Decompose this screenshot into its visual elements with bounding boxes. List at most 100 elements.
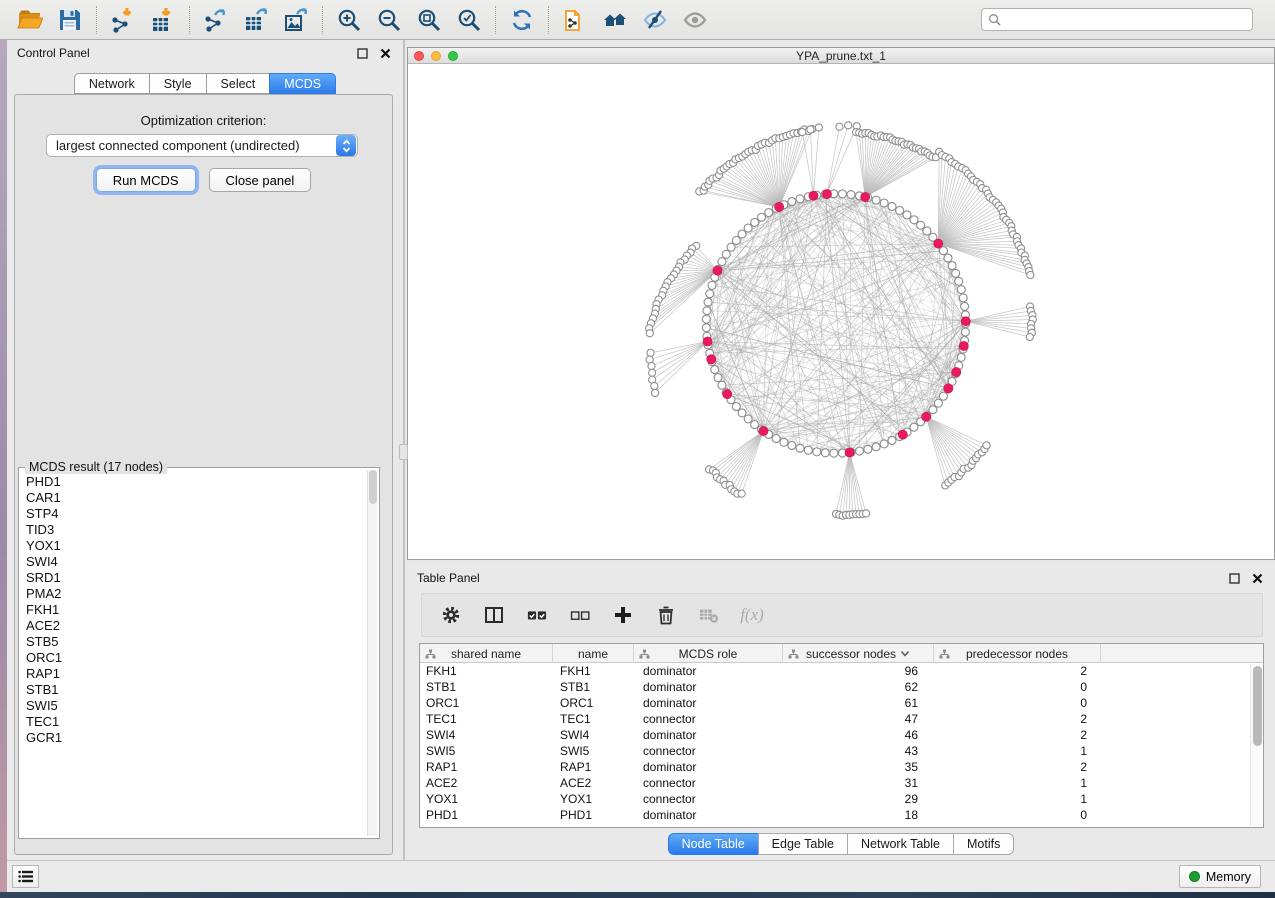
delete-table-button[interactable] — [696, 603, 722, 627]
table-cell: TEC1 — [420, 711, 553, 727]
result-node-item[interactable]: RAP1 — [26, 666, 367, 682]
tab-edge-table[interactable]: Edge Table — [758, 833, 847, 855]
import-table-button[interactable] — [143, 3, 183, 37]
close-panel-icon[interactable] — [1249, 570, 1265, 586]
tab-network-table[interactable]: Network Table — [847, 833, 953, 855]
result-node-item[interactable]: STB1 — [26, 682, 367, 698]
result-node-item[interactable]: TID3 — [26, 522, 367, 538]
table-cell: 0 — [934, 679, 1101, 695]
network-window-titlebar[interactable]: YPA_prune.txt_1 — [408, 48, 1274, 64]
memory-label: Memory — [1206, 870, 1251, 884]
table-row[interactable]: ORC1ORC1dominator610 — [420, 695, 1250, 711]
search-field[interactable] — [981, 8, 1253, 31]
table-row[interactable]: TEC1TEC1connector472 — [420, 711, 1250, 727]
function-builder-button[interactable]: f(x) — [739, 603, 765, 627]
delete-column-button[interactable] — [653, 603, 679, 627]
hide-graphics-details-button[interactable] — [635, 3, 675, 37]
split-pane-handle[interactable] — [399, 444, 408, 460]
table-cell: SWI4 — [553, 727, 634, 743]
table-row[interactable]: RAP1RAP1dominator352 — [420, 759, 1250, 775]
close-panel-button[interactable]: Close panel — [209, 168, 312, 192]
result-node-item[interactable]: TEC1 — [26, 714, 367, 730]
result-node-item[interactable]: GCR1 — [26, 730, 367, 746]
select-all-button[interactable] — [524, 603, 550, 627]
export-table-button[interactable] — [236, 3, 276, 37]
result-node-item[interactable]: SRD1 — [26, 570, 367, 586]
table-row[interactable]: FKH1FKH1dominator962 — [420, 663, 1250, 679]
plus-icon — [613, 605, 633, 625]
export-web-document-button[interactable] — [555, 3, 595, 37]
export-network-button[interactable] — [196, 3, 236, 37]
deselect-all-button[interactable] — [567, 603, 593, 627]
tab-node-table[interactable]: Node Table — [668, 833, 758, 855]
show-columns-button[interactable] — [481, 603, 507, 627]
table-cell: dominator — [634, 679, 783, 695]
result-scrollbar-thumb[interactable] — [369, 470, 377, 504]
table-row[interactable]: SWI5SWI5connector431 — [420, 743, 1250, 759]
result-node-item[interactable]: PHD1 — [26, 474, 367, 490]
column-header-predecessor-nodes[interactable]: predecessor nodes — [934, 644, 1101, 663]
result-node-item[interactable]: YOX1 — [26, 538, 367, 554]
tab-mcds[interactable]: MCDS — [269, 73, 336, 94]
column-type-icon — [939, 649, 950, 659]
task-history-button[interactable] — [12, 865, 39, 888]
tab-style[interactable]: Style — [149, 73, 206, 94]
table-row[interactable]: STB1STB1dominator620 — [420, 679, 1250, 695]
criterion-dropdown[interactable]: largest connected component (undirected) — [46, 134, 358, 157]
refresh-button[interactable] — [502, 3, 542, 37]
table-cell: 1 — [934, 775, 1101, 791]
open-folder-icon — [17, 7, 43, 33]
result-node-item[interactable]: ACE2 — [26, 618, 367, 634]
search-input[interactable] — [1005, 13, 1246, 27]
minimize-window-icon[interactable] — [431, 51, 441, 61]
result-node-item[interactable]: STB5 — [26, 634, 367, 650]
add-column-button[interactable] — [610, 603, 636, 627]
zoom-out-button[interactable] — [369, 3, 409, 37]
result-node-item[interactable]: CAR1 — [26, 490, 367, 506]
open-session-button[interactable] — [10, 3, 50, 37]
column-header-successor-nodes[interactable]: successor nodes — [783, 644, 934, 663]
optimization-criterion-label: Optimization criterion: — [15, 113, 392, 128]
import-network-button[interactable] — [103, 3, 143, 37]
tab-network[interactable]: Network — [74, 73, 149, 94]
maximize-window-icon[interactable] — [448, 51, 458, 61]
result-node-item[interactable]: SWI4 — [26, 554, 367, 570]
tab-motifs[interactable]: Motifs — [953, 833, 1014, 855]
export-image-button[interactable] — [276, 3, 316, 37]
table-row[interactable]: SWI4SWI4dominator462 — [420, 727, 1250, 743]
table-scrollbar-thumb[interactable] — [1253, 666, 1262, 746]
result-node-item[interactable]: FKH1 — [26, 602, 367, 618]
result-node-item[interactable]: PMA2 — [26, 586, 367, 602]
column-settings-button[interactable] — [438, 603, 464, 627]
column-header-shared-name[interactable]: shared name — [420, 644, 553, 663]
column-header-MCDS-role[interactable]: MCDS role — [634, 644, 783, 663]
table-row[interactable]: ACE2ACE2connector311 — [420, 775, 1250, 791]
memory-button[interactable]: Memory — [1179, 865, 1261, 888]
checked-checkboxes-icon — [527, 605, 547, 625]
float-window-icon[interactable] — [354, 45, 370, 61]
export-image-icon — [283, 7, 309, 33]
run-mcds-button[interactable]: Run MCDS — [96, 168, 196, 192]
zoom-in-button[interactable] — [329, 3, 369, 37]
result-node-item[interactable]: ORC1 — [26, 650, 367, 666]
zoom-selected-button[interactable] — [449, 3, 489, 37]
result-scrollbar[interactable] — [367, 470, 377, 836]
column-header-name[interactable]: name — [553, 644, 634, 663]
close-window-icon[interactable] — [414, 51, 424, 61]
table-row[interactable]: YOX1YOX1connector291 — [420, 791, 1250, 807]
close-panel-icon[interactable] — [377, 45, 393, 61]
network-canvas[interactable] — [408, 64, 1274, 559]
save-session-button[interactable] — [50, 3, 90, 37]
table-row[interactable]: PHD1PHD1dominator180 — [420, 807, 1250, 823]
table-cell: 2 — [934, 759, 1101, 775]
result-node-item[interactable]: SWI5 — [26, 698, 367, 714]
home-networks-button[interactable] — [595, 3, 635, 37]
table-scrollbar[interactable] — [1250, 664, 1262, 826]
tab-select[interactable]: Select — [206, 73, 270, 94]
zoom-fit-button[interactable] — [409, 3, 449, 37]
table-cell: 2 — [934, 727, 1101, 743]
float-window-icon[interactable] — [1226, 570, 1242, 586]
show-graphics-details-button[interactable] — [675, 3, 715, 37]
result-node-item[interactable]: STP4 — [26, 506, 367, 522]
fx-icon: f(x) — [740, 605, 764, 625]
